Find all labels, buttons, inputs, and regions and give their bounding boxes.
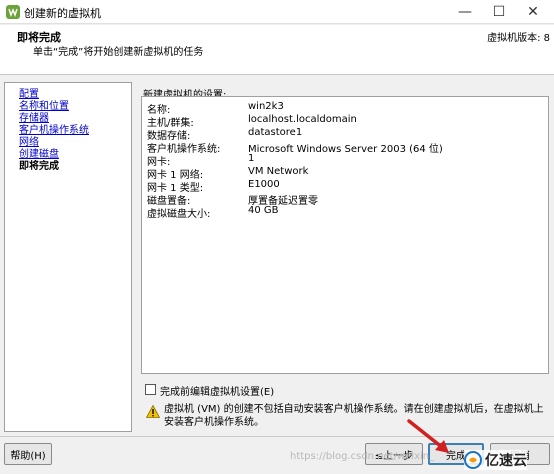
setting-value-guest-os: Microsoft Windows Server 2003 (64 位): [248, 144, 443, 155]
edit-settings-checkbox[interactable]: [145, 384, 156, 395]
setting-value-nic: 1: [248, 153, 255, 164]
title-bar: 创建新的虚拟机 — ☐ ✕: [0, 0, 554, 24]
wizard-steps-nav: 配置 名称和位置 存储器 客户机操作系统 网络 创建磁盘 即将完成: [4, 82, 132, 432]
settings-summary-panel: 名称: win2k3 主机/群集: localhost.localdomain …: [141, 96, 549, 374]
maximize-icon: ☐: [492, 4, 506, 20]
brand-logo-icon: [464, 451, 482, 469]
minimize-button[interactable]: —: [448, 0, 482, 24]
warning-message: 虚拟机 (VM) 的创建不包括自动安装客户机操作系统。请在创建虚拟机后，在虚拟机…: [164, 404, 544, 428]
maximize-button[interactable]: ☐: [482, 0, 516, 24]
close-icon: ✕: [527, 4, 539, 20]
setting-value-name: win2k3: [248, 101, 284, 112]
wizard-header: 即将完成 单击“完成”将开始创建新虚拟机的任务 虚拟机版本: 8: [0, 25, 554, 75]
brand-badge: 亿速云: [464, 450, 527, 470]
red-arrow-annotation: [407, 419, 449, 453]
minimize-icon: —: [458, 4, 472, 20]
close-button[interactable]: ✕: [516, 0, 550, 24]
setting-value-datastore: datastore1: [248, 127, 303, 138]
edit-settings-checkbox-label[interactable]: 完成前编辑虚拟机设置(E): [160, 383, 274, 398]
footer-divider: [0, 436, 554, 437]
vm-version-label: 虚拟机版本: 8: [487, 33, 550, 44]
setting-value-nic1-network: VM Network: [248, 166, 309, 177]
brand-name: 亿速云: [485, 453, 527, 469]
setting-key-disk-size: 虚拟磁盘大小:: [147, 209, 211, 220]
setting-value-nic1-type: E1000: [248, 179, 280, 190]
help-button[interactable]: 帮助(H): [4, 443, 52, 465]
vsphere-app-icon: [6, 5, 20, 19]
setting-value-disk-size: 40 GB: [248, 205, 279, 216]
warning-icon: [146, 405, 160, 418]
nav-item-ready-to-complete: 即将完成: [19, 161, 59, 172]
window-title: 创建新的虚拟机: [24, 7, 101, 20]
page-subtitle: 单击“完成”将开始创建新虚拟机的任务: [33, 47, 204, 58]
setting-value-host: localhost.localdomain: [248, 114, 357, 125]
